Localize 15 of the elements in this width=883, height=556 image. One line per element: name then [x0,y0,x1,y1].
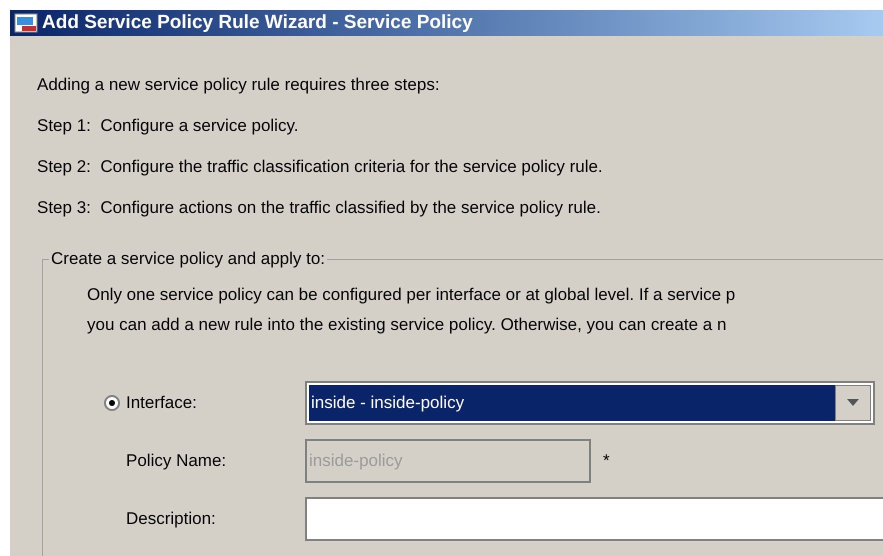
note-text: you can add a new rule into the existing service policy. Otherwise, you can create a n [87,314,728,336]
intro-text: Step 1: Configure a service policy. [37,115,300,137]
description-label: Description: [125,508,217,530]
required-mark: * [603,450,610,472]
interface-radio[interactable] [104,395,120,411]
intro-text: Step 3: Configure actions on the traffic classified by the service policy rule. [37,197,602,219]
note-text: Only one service policy can be configured per interface or at global level. If a service p [87,284,736,306]
description-field[interactable] [305,497,883,541]
interface-label: Interface: [126,392,197,414]
intro-text: Step 2: Configure the traffic classification criteria for the service policy rule. [37,156,604,178]
intro-text: Adding a new service policy rule requires three steps: [37,74,441,96]
wizard-icon [14,13,38,33]
window-title: Add Service Policy Rule Wizard - Service Policy [42,10,473,35]
interface-dropdown[interactable]: inside - inside-policy [305,381,875,425]
policy-name-label: Policy Name: [125,450,228,472]
